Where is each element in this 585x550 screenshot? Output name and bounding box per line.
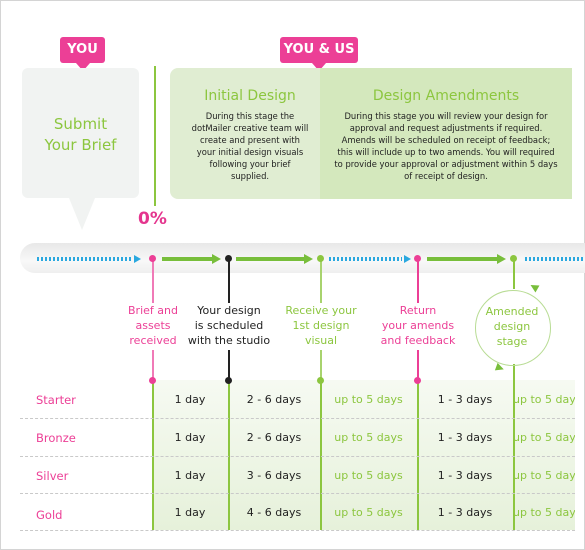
design-amendments-body-line: Amends will be scheduled on receipt of f…: [341, 135, 551, 145]
table-cell: up to 5 days: [513, 393, 575, 406]
milestone-connector: [228, 259, 230, 303]
design-amendments-body-line: approval and request adjustments if requ…: [349, 123, 543, 133]
table-cell: 1 - 3 days: [437, 393, 493, 406]
milestone-connector: [152, 259, 154, 303]
table-cell: up to 5 days: [334, 469, 403, 482]
design-amendments-body-line: During this stage you will review your d…: [344, 111, 548, 121]
milestone-dot-amended: [510, 255, 517, 262]
blue-arrow-icon: [404, 255, 411, 263]
table-cell: 2 - 6 days: [246, 431, 302, 444]
row-divider: [20, 493, 575, 494]
milestone-connector: [152, 350, 154, 380]
row-divider: [20, 418, 575, 419]
table-cell: 1 day: [174, 393, 206, 406]
initial-design-body: During this stage the dotMailer creative…: [170, 110, 330, 182]
dotted-segment-you: [37, 257, 132, 261]
milestone-connector: [513, 259, 515, 289]
table-cell: up to 5 days: [334, 431, 403, 444]
design-amendments-body-line: this will include up to two amends. You …: [337, 147, 555, 157]
dotted-segment-you: [329, 257, 402, 261]
design-amendments-box: Design Amendments During this stage you …: [320, 68, 572, 199]
milestone-label-scheduled: Your design is scheduled with the studio: [179, 303, 279, 348]
green-arrow-icon: [304, 254, 313, 264]
milestone-label-first-visual: Receive your 1st design visual: [271, 303, 371, 348]
table-cell: 1 day: [174, 469, 206, 482]
green-arrow-icon: [212, 254, 221, 264]
submit-brief-line-1: Submit: [53, 115, 108, 133]
milestone-dot-scheduled: [225, 255, 232, 262]
row-divider: [20, 456, 575, 457]
table-cell: 1 day: [174, 431, 206, 444]
milestone-label-line: is scheduled: [194, 319, 264, 332]
milestone-label-amended: Amended design stage: [462, 304, 562, 349]
milestone-dot-first-visual: [317, 255, 324, 262]
green-segment: [162, 257, 212, 261]
submit-brief-title: Submit Your Brief: [22, 114, 139, 156]
design-amendments-body: During this stage you will review your d…: [320, 110, 572, 182]
initial-design-box: Initial Design During this stage the dot…: [170, 68, 330, 199]
row-divider: [20, 530, 575, 531]
milestone-label-line: your amends: [381, 319, 455, 332]
table-cell: 2 - 6 days: [246, 393, 302, 406]
table-cell: 4 - 6 days: [246, 506, 302, 519]
milestone-label-line: and feedback: [380, 334, 456, 347]
table-cell: up to 5 days: [334, 393, 403, 406]
design-amendments-body-line: to provide your approval or adjustment w…: [334, 159, 558, 169]
milestone-label-line: stage: [496, 335, 528, 348]
tier-label: Starter: [36, 393, 76, 407]
table-cell: 1 - 3 days: [437, 431, 493, 444]
milestone-dot-brief-lower: [149, 377, 156, 384]
you-and-us-tag: YOU & US: [280, 37, 358, 71]
milestone-dot-brief: [149, 255, 156, 262]
tier-label: Gold: [36, 508, 63, 522]
milestone-label-line: design: [493, 320, 531, 333]
tier-label: Bronze: [36, 431, 76, 445]
milestone-dot-first-visual-lower: [317, 377, 324, 384]
initial-design-title: Initial Design: [204, 88, 296, 104]
design-amendments-title: Design Amendments: [372, 88, 520, 104]
green-segment: [236, 257, 304, 261]
initial-design-body-line: During this stage the: [205, 111, 295, 121]
progress-percent: 0%: [138, 209, 167, 229]
milestone-dot-scheduled-lower: [225, 377, 232, 384]
table-cell: up to 5 days: [334, 506, 403, 519]
table-cell: 3 - 6 days: [246, 469, 302, 482]
you-tag: YOU: [60, 37, 105, 71]
tier-label: Silver: [36, 469, 69, 483]
green-segment: [427, 257, 497, 261]
milestone-dot-return-amends-lower: [414, 377, 421, 384]
table-cell: 1 - 3 days: [437, 469, 493, 482]
milestone-label-line: Return: [399, 304, 437, 317]
milestone-label-line: Amended: [485, 305, 539, 318]
table-cell: up to 5 days: [513, 431, 575, 444]
table-cell: 1 - 3 days: [437, 506, 493, 519]
milestone-connector: [417, 350, 419, 380]
green-arrow-icon: [497, 254, 506, 264]
initial-design-body-line: your initial design visuals: [196, 147, 304, 157]
milestone-connector: [228, 350, 230, 380]
milestone-label-line: Your design: [197, 304, 261, 317]
table-cell: up to 5 days: [513, 506, 575, 519]
milestone-label-line: Receive your: [285, 304, 357, 317]
milestone-label-return-amends: Return your amends and feedback: [368, 303, 468, 348]
milestone-connector: [320, 259, 322, 303]
blue-arrow-icon: [134, 255, 141, 263]
milestone-label-line: with the studio: [187, 334, 271, 347]
milestone-label-line: 1st design: [292, 319, 350, 332]
milestone-label-line: visual: [304, 334, 338, 347]
milestone-dot-return-amends: [414, 255, 421, 262]
milestone-connector: [320, 350, 322, 380]
table-cell: up to 5 days: [513, 469, 575, 482]
initial-design-body-line: create and present with: [200, 135, 300, 145]
submit-brief-box-tail: [69, 198, 95, 230]
table-cell: 1 day: [174, 506, 206, 519]
initial-design-body-line: dotMailer creative team will: [191, 123, 309, 133]
milestone-connector: [417, 259, 419, 303]
submit-brief-line-2: Your Brief: [44, 136, 117, 154]
start-marker-line: [154, 66, 156, 206]
initial-design-body-line: following your brief: [209, 159, 291, 169]
design-amendments-body-line: of receipt of design.: [404, 171, 488, 181]
initial-design-body-line: supplied.: [230, 171, 270, 181]
dotted-segment-you: [525, 257, 585, 261]
